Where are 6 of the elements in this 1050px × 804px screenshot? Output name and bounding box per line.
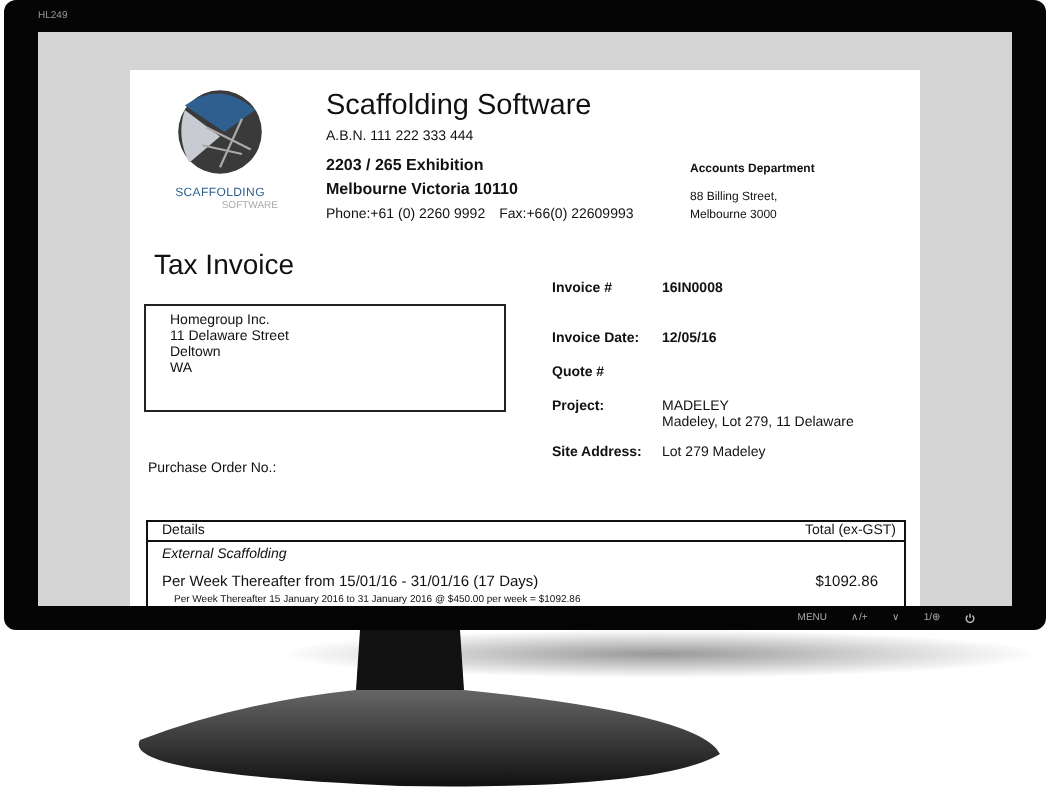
company-name: Scaffolding Software xyxy=(326,88,594,124)
invoice-title: Tax Invoice xyxy=(152,248,297,280)
company-address: Melbourne Victoria 10110 xyxy=(326,178,520,202)
power-icon[interactable] xyxy=(964,612,976,624)
logo-icon xyxy=(176,88,264,176)
company-address: 2203 / 265 Exhibition xyxy=(326,154,486,178)
